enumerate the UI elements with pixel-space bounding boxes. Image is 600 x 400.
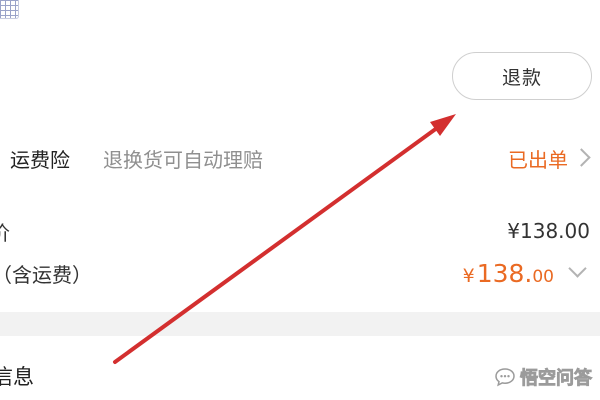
info-section-label: 信息	[0, 365, 34, 389]
total-label: （含运费）	[0, 262, 92, 287]
insurance-status: 已出单	[508, 147, 568, 172]
refund-button[interactable]: 退款	[452, 52, 592, 100]
price-value: ¥138.00	[507, 219, 590, 243]
total-decimal: 00	[532, 266, 554, 287]
shipping-insurance-row[interactable]: 运费险 退换货可自动理赔 已出单	[0, 138, 600, 178]
insurance-name: 运费险	[10, 147, 70, 172]
product-thumbnail[interactable]	[0, 0, 19, 19]
total-value: ¥ 138. 00	[463, 259, 554, 288]
currency-symbol: ¥	[462, 264, 475, 287]
chevron-right-icon[interactable]	[572, 148, 591, 167]
price-label: 价	[0, 217, 10, 246]
watermark: 悟空问答	[494, 364, 592, 390]
insurance-description: 退换货可自动理赔	[103, 147, 263, 172]
section-divider	[0, 312, 600, 336]
chat-bubble-icon	[495, 368, 515, 387]
chevron-down-icon[interactable]	[568, 259, 587, 278]
goods-price-row: 价 ¥138.00	[0, 211, 600, 251]
total-price-row[interactable]: （含运费） ¥ 138. 00	[0, 253, 600, 293]
total-integer: 138.	[476, 258, 533, 288]
watermark-text: 悟空问答	[520, 368, 593, 390]
